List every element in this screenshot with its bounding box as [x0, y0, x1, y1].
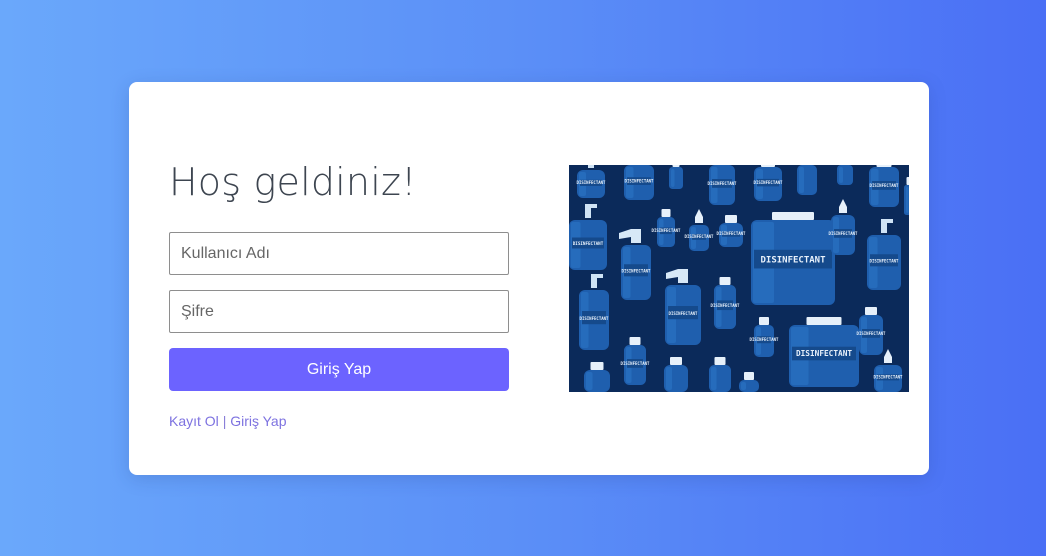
login-link[interactable]: Giriş Yap: [230, 413, 286, 429]
svg-text:DISINFECTANT: DISINFECTANT: [760, 256, 826, 266]
login-card: Hoş geldiniz! Giriş Yap Kayıt Ol | Giriş…: [129, 82, 929, 475]
svg-text:DISINFECTANT: DISINFECTANT: [857, 331, 886, 336]
auth-links: Kayıt Ol | Giriş Yap: [169, 413, 287, 429]
svg-text:DISINFECTANT: DISINFECTANT: [669, 311, 698, 316]
svg-text:DISINFECTANT: DISINFECTANT: [621, 361, 650, 366]
svg-text:DISINFECTANT: DISINFECTANT: [829, 231, 858, 236]
svg-text:DISINFECTANT: DISINFECTANT: [750, 337, 779, 342]
login-button[interactable]: Giriş Yap: [169, 348, 509, 391]
svg-text:DISINFECTANT: DISINFECTANT: [717, 231, 746, 236]
disinfectant-illustration: DISINFECTANT DISINFECTANT DISINFECTANT DISI…: [569, 165, 909, 392]
svg-text:DISINFECTANT: DISINFECTANT: [580, 316, 609, 321]
svg-text:DISINFECTANT: DISINFECTANT: [870, 259, 899, 264]
svg-text:DISINFECTANT: DISINFECTANT: [870, 183, 899, 188]
svg-text:DISINFECTANT: DISINFECTANT: [577, 180, 606, 185]
password-input[interactable]: [169, 290, 509, 333]
svg-text:DISINFECTANT: DISINFECTANT: [711, 303, 740, 308]
svg-text:DISINFECTANT: DISINFECTANT: [652, 228, 681, 233]
svg-text:DISINFECTANT: DISINFECTANT: [796, 349, 852, 358]
username-input[interactable]: [169, 232, 509, 275]
disinfectant-bottles-icon: DISINFECTANT DISINFECTANT DISINFECTANT DISI…: [569, 165, 909, 392]
svg-text:DISINFECTANT: DISINFECTANT: [625, 179, 654, 184]
svg-text:DISINFECTANT: DISINFECTANT: [708, 181, 737, 186]
svg-text:DISINFECTANT: DISINFECTANT: [754, 180, 783, 185]
svg-text:DISINFECTANT: DISINFECTANT: [573, 241, 604, 246]
svg-text:DISINFECTANT: DISINFECTANT: [622, 269, 651, 274]
page-title: Hoş geldiniz!: [169, 160, 417, 204]
register-link[interactable]: Kayıt Ol: [169, 413, 219, 429]
link-separator: |: [222, 413, 227, 429]
svg-text:DISINFECTANT: DISINFECTANT: [874, 375, 903, 380]
svg-text:DISINFECTANT: DISINFECTANT: [685, 234, 714, 239]
